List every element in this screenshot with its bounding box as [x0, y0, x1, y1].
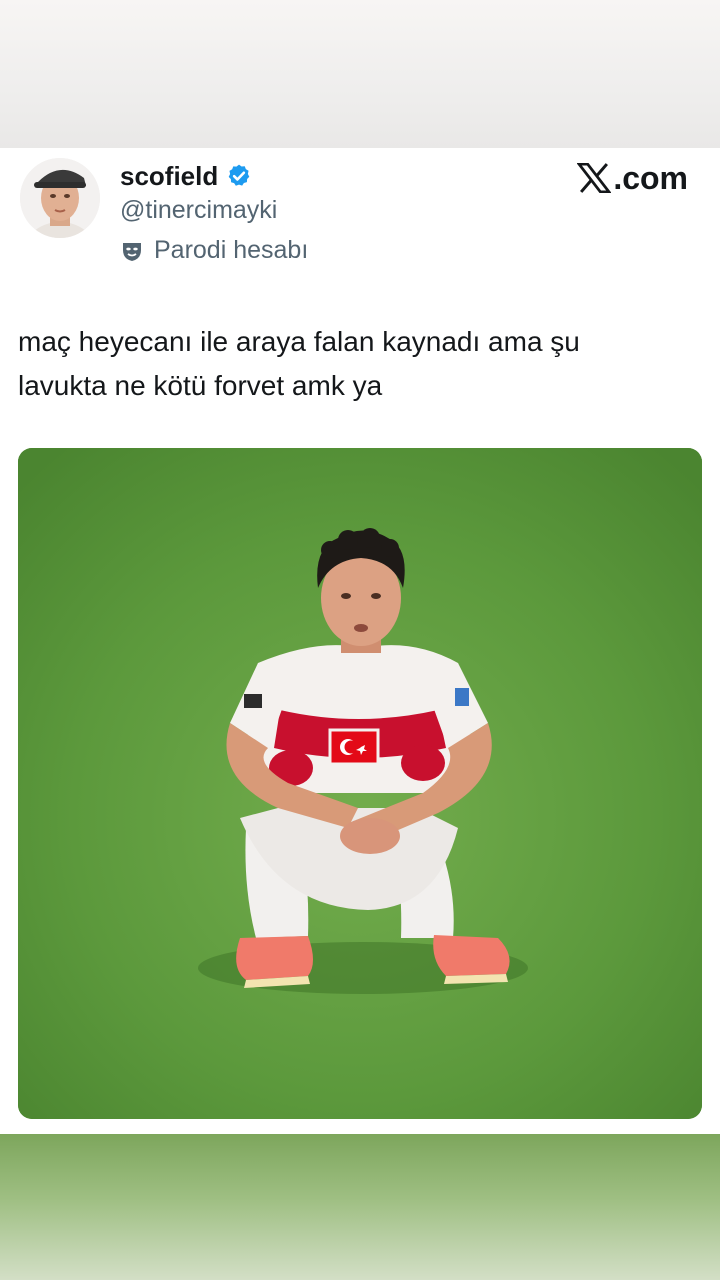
tweet-text-line: lavukta ne kötü forvet amk ya — [18, 370, 383, 401]
site-logo: .com — [577, 158, 688, 198]
user-handle[interactable]: @tinercimayki — [120, 196, 277, 225]
bottom-blurred-background — [0, 1134, 720, 1280]
football-player-photo — [18, 448, 702, 1119]
display-name[interactable]: scofield — [120, 161, 218, 192]
tweet-text: maç heyecanı ile araya falan kaynadı ama… — [18, 320, 698, 408]
site-domain: .com — [613, 159, 688, 196]
verified-badge-icon — [228, 164, 250, 186]
parody-label-row: Parodi hesabı — [120, 236, 308, 265]
tweet-card: scofield @tinercimayki Parodi hesabı .co… — [0, 148, 720, 1134]
display-name-row: scofield — [120, 160, 252, 192]
tweet-text-line: maç heyecanı ile araya falan kaynadı ama… — [18, 326, 580, 357]
parody-account-label: Parodi hesabı — [154, 236, 309, 264]
top-blurred-background — [0, 0, 720, 148]
avatar-image — [20, 158, 100, 238]
x-logo-icon — [577, 163, 612, 193]
avatar[interactable] — [20, 158, 100, 238]
parody-mask-icon — [123, 242, 141, 261]
tweet-media-image[interactable] — [18, 448, 702, 1119]
